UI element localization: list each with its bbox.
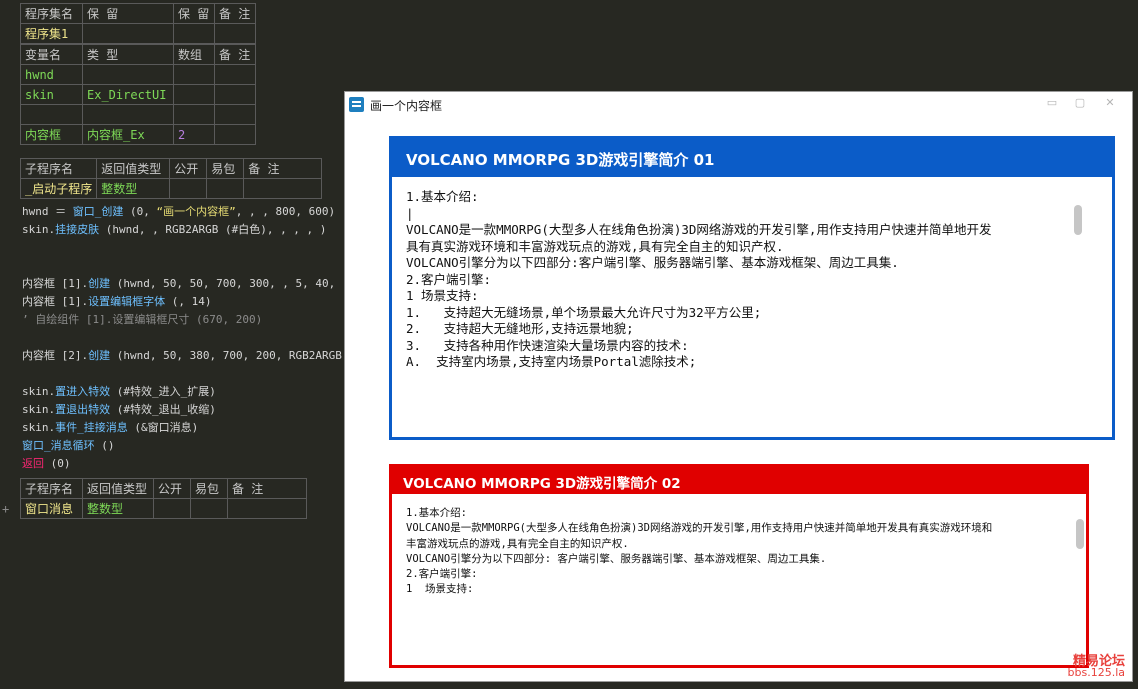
table-row[interactable] xyxy=(20,104,256,125)
col-header: 类 型 xyxy=(82,44,174,65)
table-row[interactable]: 内容框 内容框_Ex 2 xyxy=(20,124,256,145)
content-box-title: VOLCANO MMORPG 3D游戏引擎简介 01 xyxy=(406,151,715,169)
code-line[interactable]: hwnd ＝ 窗口_创建 (0, “画一个内容框”, , , 800, 600) xyxy=(22,203,335,219)
var-array[interactable]: 2 xyxy=(173,124,215,145)
col-header: 备 注 xyxy=(214,44,256,65)
scrollbar-thumb[interactable] xyxy=(1076,519,1084,549)
minimize-button[interactable]: ▭ xyxy=(1043,96,1061,110)
code-line[interactable]: 内容框 [2].创建 (hwnd, 50, 380, 700, 200, RGB… xyxy=(22,347,373,363)
col-header: 易包 xyxy=(206,158,245,179)
content-editor[interactable]: 1.基本介绍: | VOLCANO是一款MMORPG(大型多人在线角色扮演)3D… xyxy=(396,181,1104,431)
var-name[interactable]: 内容框 xyxy=(20,124,83,145)
col-header: 变量名 xyxy=(20,44,83,65)
col-header: 程序集名 xyxy=(20,3,83,24)
table-cell[interactable] xyxy=(214,23,256,44)
subroutine-table: 子程序名 返回值类型 公开 易包 备 注 _启动子程序 整数型 xyxy=(19,158,323,199)
window-titlebar[interactable]: 画一个内容框 ▭ ▢ ✕ xyxy=(345,92,1132,118)
col-header: 返回值类型 xyxy=(82,478,154,499)
var-type[interactable]: 内容框_Ex xyxy=(82,124,174,145)
code-line[interactable]: 内容框 [1].设置编辑框字体 (, 14) xyxy=(22,293,211,309)
table-cell[interactable] xyxy=(214,104,256,125)
var-type[interactable] xyxy=(82,104,174,125)
close-button[interactable]: ✕ xyxy=(1101,96,1119,110)
maximize-button[interactable]: ▢ xyxy=(1071,96,1089,110)
content-box-header: VOLCANO MMORPG 3D游戏引擎简介 01 xyxy=(392,139,1112,177)
table-cell[interactable] xyxy=(214,124,256,145)
var-type[interactable] xyxy=(82,64,174,85)
table-row[interactable]: skin Ex_DirectUI xyxy=(20,84,256,105)
code-line[interactable]: 窗口_消息循环 () xyxy=(22,437,115,453)
var-type[interactable]: Ex_DirectUI xyxy=(82,84,174,105)
subroutine-name[interactable]: _启动子程序 xyxy=(19,178,98,199)
table-cell[interactable] xyxy=(214,84,256,105)
content-box-title: VOLCANO MMORPG 3D游戏引擎简介 02 xyxy=(403,476,681,492)
scrollbar-thumb[interactable] xyxy=(1074,205,1082,235)
col-header: 保 留 xyxy=(173,3,215,24)
content-box-2: VOLCANO MMORPG 3D游戏引擎简介 02 1.基本介绍: VOLCA… xyxy=(389,464,1089,668)
table-cell[interactable] xyxy=(169,178,208,199)
content-editor[interactable]: 1.基本介绍: VOLCANO是一款MMORPG(大型多人在线角色扮演)3D网络… xyxy=(396,498,1080,661)
col-header: 数组 xyxy=(173,44,215,65)
app-window: 画一个内容框 ▭ ▢ ✕ VOLCANO MMORPG 3D游戏引擎简介 01 … xyxy=(344,91,1133,682)
var-array[interactable] xyxy=(173,104,215,125)
col-header: 公开 xyxy=(169,158,208,179)
var-name[interactable]: skin xyxy=(20,84,83,105)
col-header: 备 注 xyxy=(243,158,323,179)
code-line[interactable]: 内容框 [1].创建 (hwnd, 50, 50, 700, 300, , 5,… xyxy=(22,275,362,291)
col-header: 返回值类型 xyxy=(96,158,171,179)
window-title: 画一个内容框 xyxy=(370,99,443,113)
var-array[interactable] xyxy=(173,64,215,85)
assembly-table: 程序集名 保 留 保 留 备 注 程序集1 xyxy=(20,3,256,44)
code-line[interactable]: skin.挂接皮肤 (hwnd, , RGB2ARGB (#白色), , , ,… xyxy=(22,221,326,237)
table-cell[interactable] xyxy=(227,498,307,519)
col-header: 公开 xyxy=(153,478,191,499)
watermark-url: bbs.125.la xyxy=(1067,666,1125,679)
variable-table: 变量名 类 型 数组 备 注 hwnd skin Ex_DirectUI 内容框… xyxy=(20,44,256,145)
col-header: 子程序名 xyxy=(20,478,83,499)
app-icon xyxy=(349,97,364,112)
table-cell[interactable] xyxy=(173,23,215,44)
table-row[interactable]: hwnd xyxy=(20,64,256,85)
code-line[interactable]: skin.置进入特效 (#特效_进入_扩展) xyxy=(22,383,216,399)
col-header: 易包 xyxy=(190,478,228,499)
code-line[interactable]: 返回 (0) xyxy=(22,455,71,471)
table-cell[interactable] xyxy=(206,178,245,199)
expand-icon[interactable]: + xyxy=(2,502,9,516)
table-cell[interactable] xyxy=(190,498,228,519)
col-header: 保 留 xyxy=(82,3,174,24)
col-header: 备 注 xyxy=(214,3,256,24)
subroutine-name[interactable]: 窗口消息 xyxy=(20,498,83,519)
var-name[interactable] xyxy=(20,104,83,125)
table-cell[interactable] xyxy=(153,498,191,519)
table-cell[interactable] xyxy=(82,23,174,44)
code-line[interactable]: skin.事件_挂接消息 (&窗口消息) xyxy=(22,419,198,435)
subroutine-table: 子程序名 返回值类型 公开 易包 备 注 窗口消息 整数型 xyxy=(20,478,307,519)
var-name[interactable]: hwnd xyxy=(20,64,83,85)
content-box-1: VOLCANO MMORPG 3D游戏引擎简介 01 1.基本介绍: | VOL… xyxy=(389,136,1115,440)
col-header: 子程序名 xyxy=(19,158,98,179)
return-type[interactable]: 整数型 xyxy=(96,178,171,199)
content-box-header: VOLCANO MMORPG 3D游戏引擎简介 02 xyxy=(392,467,1086,494)
table-cell[interactable] xyxy=(243,178,323,199)
var-array[interactable] xyxy=(173,84,215,105)
code-comment[interactable]: ’ 自绘组件 [1].设置编辑框尺寸 (670, 200) xyxy=(22,311,262,327)
assembly-name[interactable]: 程序集1 xyxy=(20,23,83,44)
return-type[interactable]: 整数型 xyxy=(82,498,154,519)
col-header: 备 注 xyxy=(227,478,307,499)
table-cell[interactable] xyxy=(214,64,256,85)
code-line[interactable]: skin.置退出特效 (#特效_退出_收缩) xyxy=(22,401,216,417)
